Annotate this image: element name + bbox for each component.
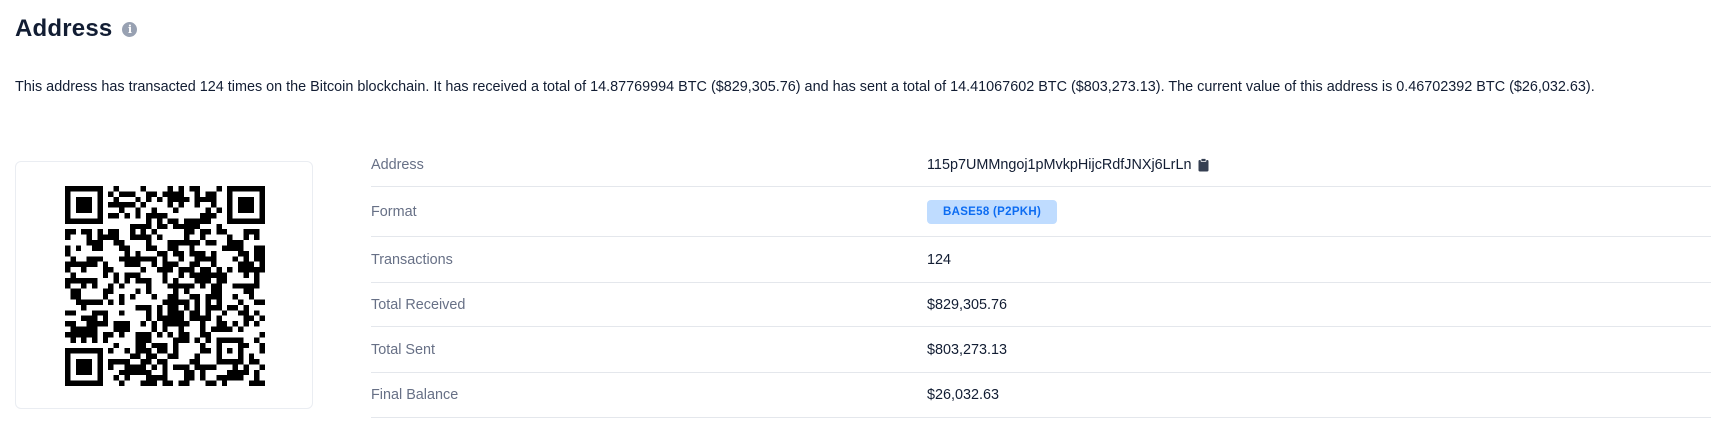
qr-code-image — [65, 186, 265, 386]
details-row-format: Format BASE58 (P2PKH) — [371, 187, 1711, 237]
transactions-label: Transactions — [371, 251, 453, 268]
format-badge: BASE58 (P2PKH) — [927, 199, 1058, 224]
info-icon[interactable]: i — [122, 21, 138, 37]
final-balance-value: $26,032.63 — [927, 387, 1000, 403]
transactions-value: 124 — [927, 251, 952, 268]
page-title: Address — [15, 15, 113, 42]
total-sent-value: $803,273.13 — [927, 341, 1008, 358]
final-balance-label: Final Balance — [371, 387, 459, 403]
total-sent-label: Total Sent — [371, 341, 435, 358]
title-row: Address i — [15, 15, 138, 43]
format-label: Format — [371, 203, 417, 220]
address-value[interactable]: 115p7UMMngoj1pMvkpHijcRdfJNXj6LrLn — [927, 157, 1191, 173]
address-details-table: Address 115p7UMMngoj1pMvkpHijcRdfJNXj6Lr… — [371, 143, 1711, 418]
details-row-transactions: Transactions 124 — [371, 237, 1711, 283]
details-row-total-received: Total Received $829,305.76 — [371, 283, 1711, 327]
address-page: Address i This address has transacted 12… — [0, 0, 1711, 445]
total-received-value: $829,305.76 — [927, 296, 1008, 313]
details-row-total-sent: Total Sent $803,273.13 — [371, 327, 1711, 373]
total-received-label: Total Received — [371, 296, 466, 313]
address-label: Address — [371, 156, 424, 173]
address-summary: This address has transacted 124 times on… — [15, 79, 1595, 95]
format-value-wrap: BASE58 (P2PKH) — [927, 199, 1058, 224]
qr-code-card — [15, 161, 313, 409]
details-row-final-balance: Final Balance $26,032.63 — [371, 373, 1711, 418]
clipboard-icon[interactable] — [1197, 157, 1210, 172]
details-row-address: Address 115p7UMMngoj1pMvkpHijcRdfJNXj6Lr… — [371, 143, 1711, 187]
address-value-wrap: 115p7UMMngoj1pMvkpHijcRdfJNXj6LrLn — [927, 157, 1210, 173]
